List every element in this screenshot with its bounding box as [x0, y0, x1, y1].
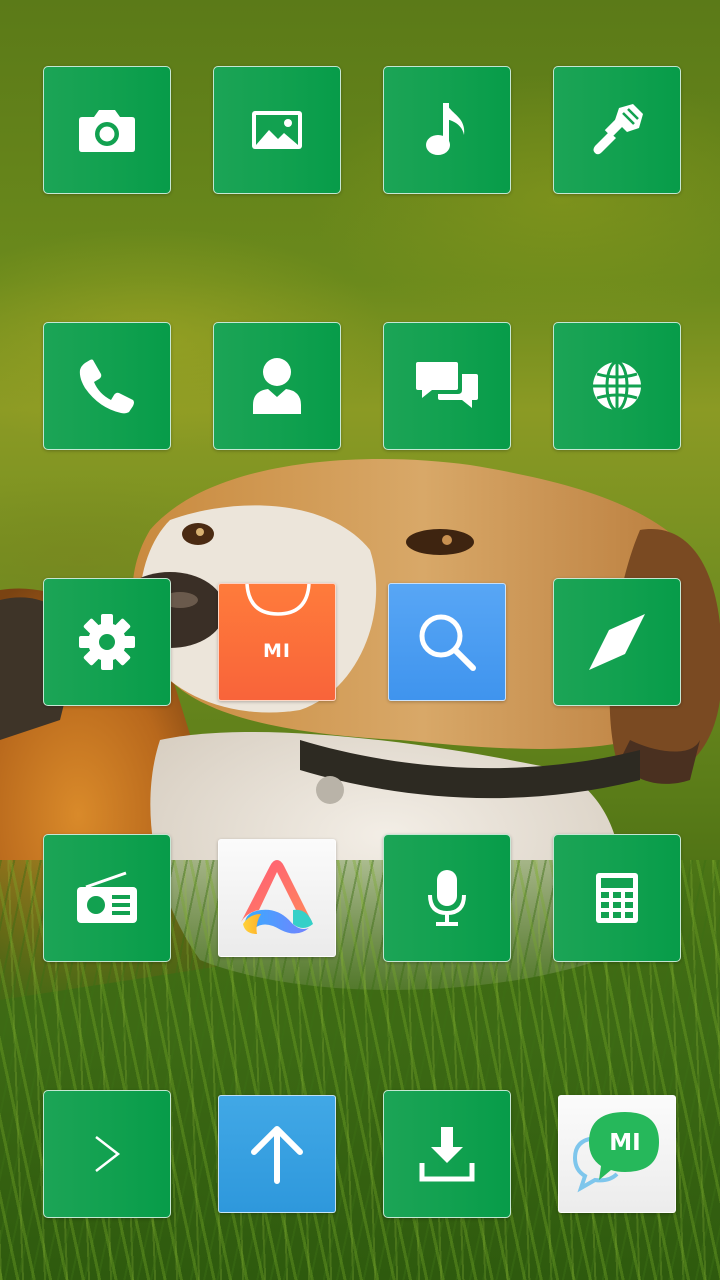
music-app[interactable]: [383, 66, 511, 194]
app-vault-app[interactable]: [218, 839, 336, 957]
downloads-app[interactable]: [383, 1090, 511, 1218]
browser-globe-icon: [593, 360, 641, 412]
gallery-icon: [252, 111, 302, 149]
updater-arrow-up-icon: [251, 1126, 303, 1184]
search-magnifier-icon: [419, 614, 476, 671]
mi-talk-label: MI: [609, 1130, 641, 1156]
search-app[interactable]: [388, 583, 506, 701]
app-vault-a-icon: [241, 860, 313, 934]
gallery-app[interactable]: [213, 66, 341, 194]
mi-store-app[interactable]: MI: [218, 583, 336, 701]
calculator-app[interactable]: [553, 834, 681, 962]
themes-brush-icon: [593, 104, 643, 155]
contacts-icon: [253, 358, 301, 414]
updater-app[interactable]: [218, 1095, 336, 1213]
settings-gear-icon: [79, 614, 135, 670]
messages-app[interactable]: [383, 322, 511, 450]
terminal-app[interactable]: [43, 1090, 171, 1218]
phone-app[interactable]: [43, 322, 171, 450]
mi-talk-app[interactable]: MI: [558, 1095, 676, 1213]
phone-icon: [79, 359, 134, 414]
terminal-chevron-icon: [95, 1136, 121, 1172]
browser-app[interactable]: [553, 322, 681, 450]
radio-app[interactable]: [43, 834, 171, 962]
downloads-icon: [419, 1127, 475, 1182]
messages-icon: [416, 362, 478, 408]
recorder-app[interactable]: [383, 834, 511, 962]
mi-store-label: MI: [263, 640, 291, 662]
camera-app[interactable]: [43, 66, 171, 194]
music-icon: [426, 103, 465, 155]
contacts-app[interactable]: [213, 322, 341, 450]
compass-app[interactable]: [553, 578, 681, 706]
camera-icon: [79, 110, 135, 152]
radio-icon: [77, 871, 137, 923]
app-grid: MI MI: [0, 0, 720, 1280]
calculator-icon: [596, 873, 638, 923]
compass-icon: [589, 614, 645, 670]
settings-app[interactable]: [43, 578, 171, 706]
themes-app[interactable]: [553, 66, 681, 194]
recorder-mic-icon: [428, 870, 466, 926]
